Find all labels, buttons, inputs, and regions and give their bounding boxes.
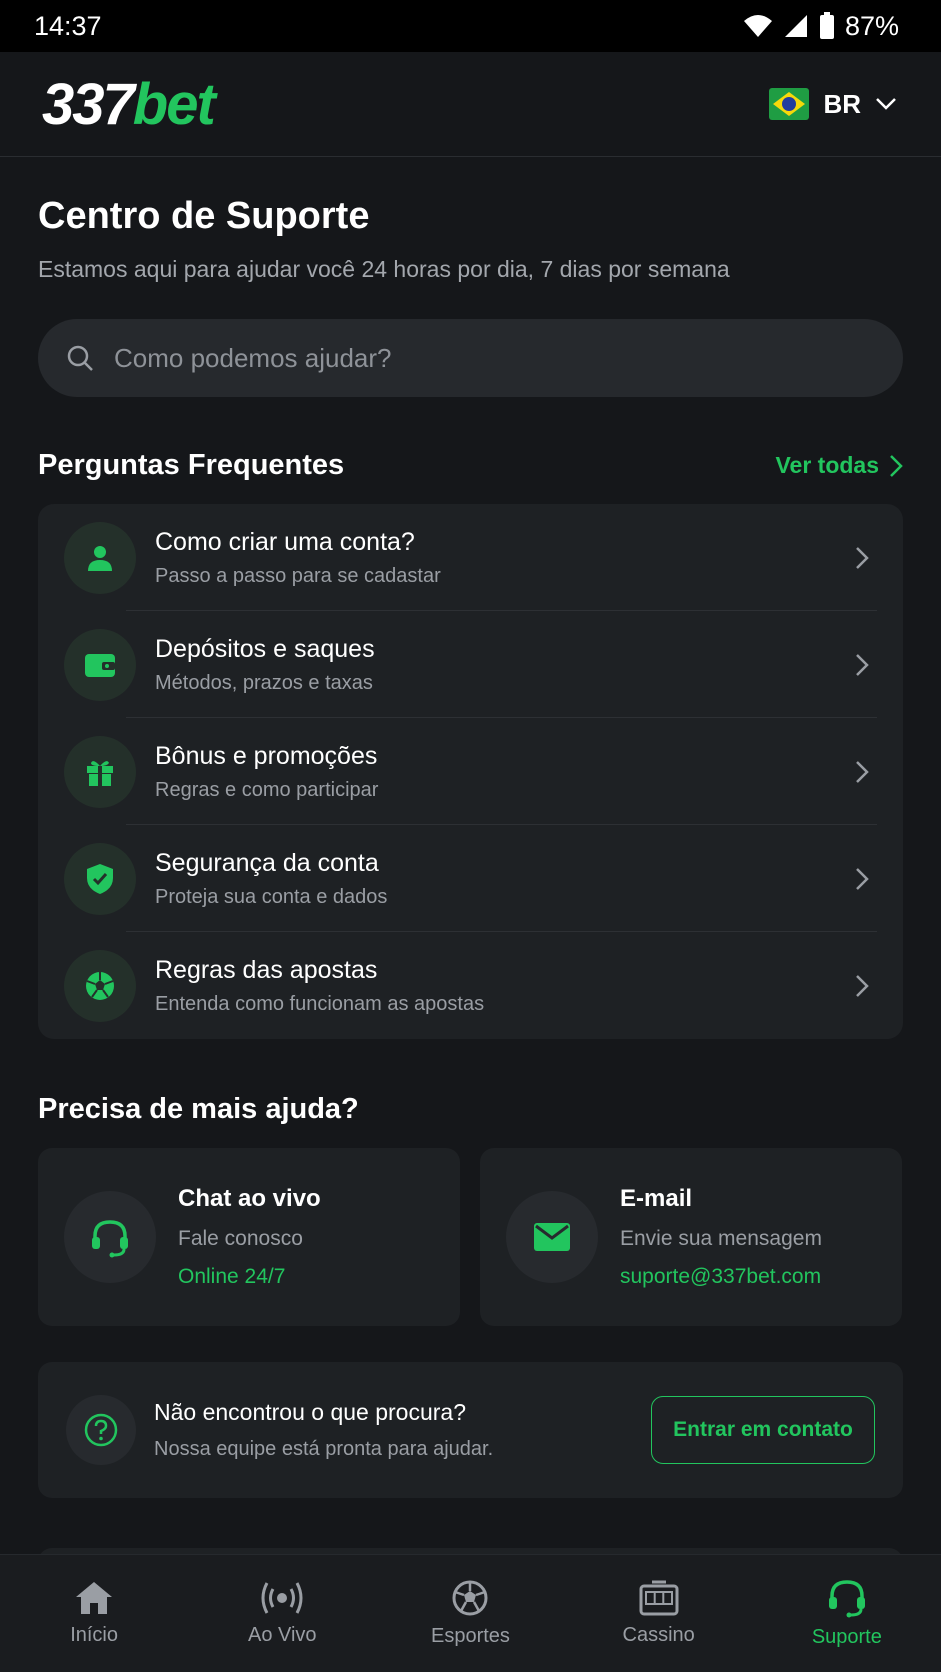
language-code: BR (823, 88, 861, 119)
faq-item-desc: Métodos, prazos e taxas (155, 671, 373, 694)
soccer-ball-icon (452, 1580, 488, 1616)
faq-list: Como criar uma conta? Passo a passo para… (38, 504, 903, 1039)
faq-item-betting-rules[interactable]: Regras das apostas Entenda como funciona… (64, 932, 877, 1039)
faq-item-desc: Regras e como participar (155, 778, 379, 801)
nav-item-inicio[interactable]: Início (2, 1580, 186, 1647)
contact-desc: Nossa equipe está pronta para ajudar. (154, 1438, 494, 1460)
live-chat-title: Chat ao vivo (178, 1185, 321, 1212)
app-header: 337bet BR (0, 52, 941, 157)
chevron-down-icon (876, 98, 896, 110)
contact-title: Não encontrou o que procura? (154, 1399, 466, 1425)
faq-title: Perguntas Frequentes (38, 449, 345, 481)
brazil-flag-icon (769, 88, 810, 120)
status-time: 14:37 (34, 10, 102, 41)
email-card[interactable]: E-mail Envie sua mensagem suporte@337bet… (480, 1148, 902, 1326)
shield-icon (64, 842, 136, 915)
faq-item-bonus[interactable]: Bônus e promoções Regras e como particip… (64, 718, 877, 825)
faq-header: Perguntas Frequentes Ver todas (38, 449, 903, 482)
chevron-right-icon (856, 867, 869, 890)
user-icon (64, 521, 136, 594)
headset-icon (64, 1191, 156, 1283)
search-icon (67, 345, 93, 371)
wallet-icon (64, 628, 136, 701)
nav-item-esportes[interactable]: Esportes (378, 1579, 562, 1648)
email-address[interactable]: suporte@337bet.com (620, 1265, 822, 1289)
page-subtitle: Estamos aqui para ajudar você 24 horas p… (38, 256, 730, 282)
chevron-right-icon (856, 546, 869, 569)
headset-icon (828, 1580, 865, 1618)
email-desc: Envie sua mensagem (620, 1227, 822, 1250)
nav-item-ao-vivo[interactable]: Ao Vivo (190, 1580, 374, 1647)
slot-machine-icon (639, 1580, 679, 1616)
battery-icon (819, 12, 834, 39)
gift-icon (64, 735, 136, 808)
faq-item-desc: Proteja sua conta e dados (155, 885, 388, 908)
nav-label: Cassino (622, 1624, 695, 1646)
faq-item-title: Regras das apostas (155, 955, 378, 984)
live-chat-card[interactable]: Chat ao vivo Fale conosco Online 24/7 (38, 1148, 460, 1326)
nav-label: Suporte (811, 1626, 882, 1648)
search-input[interactable] (114, 342, 814, 374)
status-bar: 14:37 87% (0, 0, 941, 52)
live-icon (261, 1582, 303, 1614)
faq-item-title: Segurança da conta (155, 848, 379, 877)
chevron-right-icon (856, 974, 869, 997)
chevron-right-icon (856, 760, 869, 783)
faq-item-create-account[interactable]: Como criar uma conta? Passo a passo para… (64, 504, 877, 611)
page-title: Centro de Suporte (38, 195, 370, 237)
signal-icon (784, 15, 807, 37)
help-options: Chat ao vivo Fale conosco Online 24/7 E-… (38, 1148, 903, 1326)
bottom-nav: Início Ao Vivo Esportes Cassino Suporte (0, 1554, 941, 1672)
wifi-icon (743, 15, 772, 37)
chevron-right-icon (856, 653, 869, 676)
status-icons: 87% (743, 11, 899, 42)
live-chat-desc: Fale conosco (178, 1227, 303, 1250)
question-circle-icon (66, 1395, 136, 1465)
soccer-ball-icon (64, 949, 136, 1022)
nav-item-cassino[interactable]: Cassino (567, 1580, 751, 1647)
help-section-title: Precisa de mais ajuda? (38, 1093, 359, 1125)
live-chat-status: Online 24/7 (178, 1265, 286, 1288)
see-all-link[interactable]: Ver todas (775, 452, 903, 479)
home-icon (76, 1582, 113, 1614)
nav-label: Ao Vivo (247, 1624, 317, 1646)
nav-label: Esportes (431, 1625, 510, 1647)
chevron-right-icon (890, 454, 903, 477)
contact-button[interactable]: Entrar em contato (651, 1396, 875, 1464)
faq-item-desc: Entenda como funcionam as apostas (155, 992, 485, 1015)
logo[interactable]: 337bet (42, 71, 216, 138)
nav-item-suporte[interactable]: Suporte (755, 1578, 939, 1649)
faq-item-security[interactable]: Segurança da conta Proteja sua conta e d… (64, 825, 877, 932)
mail-icon (506, 1191, 598, 1283)
faq-item-title: Como criar uma conta? (155, 527, 415, 556)
search-bar[interactable] (38, 319, 903, 397)
faq-item-title: Bônus e promoções (155, 741, 378, 770)
faq-item-deposits[interactable]: Depósitos e saques Métodos, prazos e tax… (64, 611, 877, 718)
battery-percent: 87% (844, 10, 899, 41)
nav-label: Início (70, 1624, 118, 1646)
faq-item-desc: Passo a passo para se cadastar (155, 564, 441, 587)
language-selector[interactable]: BR (769, 88, 897, 120)
see-all-label: Ver todas (775, 452, 879, 478)
main-content: Centro de Suporte Estamos aqui para ajud… (38, 157, 903, 1498)
email-title: E-mail (620, 1185, 693, 1212)
faq-item-title: Depósitos e saques (155, 634, 375, 663)
contact-banner: Não encontrou o que procura? Nossa equip… (38, 1362, 903, 1498)
